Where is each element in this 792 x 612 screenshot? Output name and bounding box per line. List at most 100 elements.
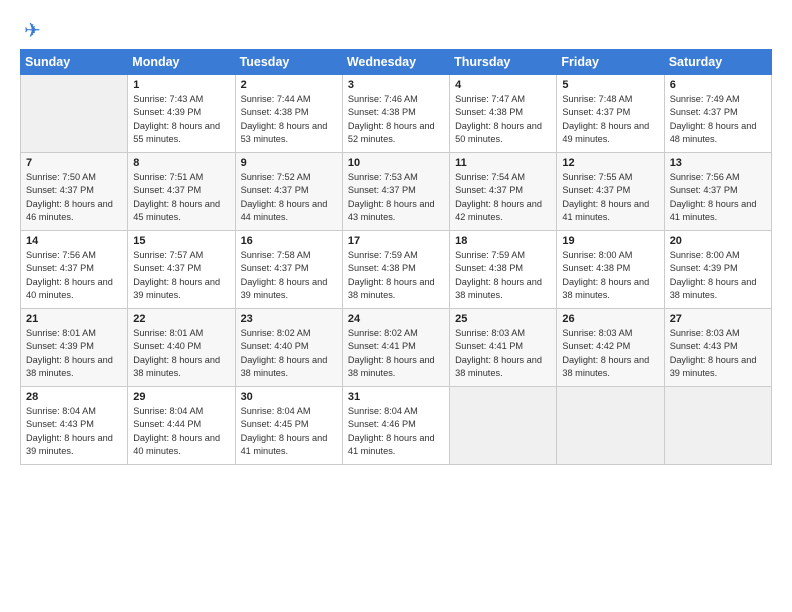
weekday-header: Tuesday bbox=[235, 50, 342, 75]
day-info: Sunrise: 8:04 AM Sunset: 4:44 PM Dayligh… bbox=[133, 405, 229, 458]
calendar-cell: 15 Sunrise: 7:57 AM Sunset: 4:37 PM Dayl… bbox=[128, 231, 235, 309]
day-info: Sunrise: 8:04 AM Sunset: 4:43 PM Dayligh… bbox=[26, 405, 122, 458]
calendar-cell: 21 Sunrise: 8:01 AM Sunset: 4:39 PM Dayl… bbox=[21, 309, 128, 387]
calendar-cell: 13 Sunrise: 7:56 AM Sunset: 4:37 PM Dayl… bbox=[664, 153, 771, 231]
day-info: Sunrise: 7:51 AM Sunset: 4:37 PM Dayligh… bbox=[133, 171, 229, 224]
header: ✈ bbox=[20, 18, 772, 39]
day-number: 15 bbox=[133, 235, 229, 247]
day-number: 18 bbox=[455, 235, 551, 247]
page: ✈ SundayMondayTuesdayWednesdayThursdayFr… bbox=[0, 0, 792, 612]
calendar-cell: 9 Sunrise: 7:52 AM Sunset: 4:37 PM Dayli… bbox=[235, 153, 342, 231]
calendar-cell: 25 Sunrise: 8:03 AM Sunset: 4:41 PM Dayl… bbox=[450, 309, 557, 387]
day-number: 14 bbox=[26, 235, 122, 247]
day-info: Sunrise: 7:57 AM Sunset: 4:37 PM Dayligh… bbox=[133, 249, 229, 302]
calendar-cell bbox=[557, 387, 664, 465]
day-info: Sunrise: 8:04 AM Sunset: 4:45 PM Dayligh… bbox=[241, 405, 337, 458]
day-info: Sunrise: 7:48 AM Sunset: 4:37 PM Dayligh… bbox=[562, 93, 658, 146]
day-info: Sunrise: 8:00 AM Sunset: 4:39 PM Dayligh… bbox=[670, 249, 766, 302]
calendar-cell: 27 Sunrise: 8:03 AM Sunset: 4:43 PM Dayl… bbox=[664, 309, 771, 387]
day-info: Sunrise: 8:03 AM Sunset: 4:42 PM Dayligh… bbox=[562, 327, 658, 380]
weekday-header: Thursday bbox=[450, 50, 557, 75]
day-number: 3 bbox=[348, 79, 444, 91]
day-number: 7 bbox=[26, 157, 122, 169]
day-info: Sunrise: 7:56 AM Sunset: 4:37 PM Dayligh… bbox=[26, 249, 122, 302]
calendar-cell bbox=[450, 387, 557, 465]
day-info: Sunrise: 7:59 AM Sunset: 4:38 PM Dayligh… bbox=[455, 249, 551, 302]
calendar-cell: 26 Sunrise: 8:03 AM Sunset: 4:42 PM Dayl… bbox=[557, 309, 664, 387]
day-number: 29 bbox=[133, 391, 229, 403]
day-number: 4 bbox=[455, 79, 551, 91]
calendar-cell: 31 Sunrise: 8:04 AM Sunset: 4:46 PM Dayl… bbox=[342, 387, 449, 465]
day-info: Sunrise: 8:03 AM Sunset: 4:41 PM Dayligh… bbox=[455, 327, 551, 380]
calendar-cell: 28 Sunrise: 8:04 AM Sunset: 4:43 PM Dayl… bbox=[21, 387, 128, 465]
day-info: Sunrise: 7:54 AM Sunset: 4:37 PM Dayligh… bbox=[455, 171, 551, 224]
day-info: Sunrise: 7:52 AM Sunset: 4:37 PM Dayligh… bbox=[241, 171, 337, 224]
calendar-cell: 2 Sunrise: 7:44 AM Sunset: 4:38 PM Dayli… bbox=[235, 75, 342, 153]
calendar-cell: 7 Sunrise: 7:50 AM Sunset: 4:37 PM Dayli… bbox=[21, 153, 128, 231]
day-info: Sunrise: 7:44 AM Sunset: 4:38 PM Dayligh… bbox=[241, 93, 337, 146]
calendar-cell: 5 Sunrise: 7:48 AM Sunset: 4:37 PM Dayli… bbox=[557, 75, 664, 153]
day-number: 16 bbox=[241, 235, 337, 247]
calendar-cell: 12 Sunrise: 7:55 AM Sunset: 4:37 PM Dayl… bbox=[557, 153, 664, 231]
day-number: 19 bbox=[562, 235, 658, 247]
day-number: 9 bbox=[241, 157, 337, 169]
day-info: Sunrise: 7:49 AM Sunset: 4:37 PM Dayligh… bbox=[670, 93, 766, 146]
day-info: Sunrise: 8:02 AM Sunset: 4:40 PM Dayligh… bbox=[241, 327, 337, 380]
day-info: Sunrise: 7:46 AM Sunset: 4:38 PM Dayligh… bbox=[348, 93, 444, 146]
day-number: 1 bbox=[133, 79, 229, 91]
day-info: Sunrise: 7:59 AM Sunset: 4:38 PM Dayligh… bbox=[348, 249, 444, 302]
day-number: 22 bbox=[133, 313, 229, 325]
day-number: 30 bbox=[241, 391, 337, 403]
calendar-cell: 24 Sunrise: 8:02 AM Sunset: 4:41 PM Dayl… bbox=[342, 309, 449, 387]
calendar-cell: 1 Sunrise: 7:43 AM Sunset: 4:39 PM Dayli… bbox=[128, 75, 235, 153]
day-number: 17 bbox=[348, 235, 444, 247]
weekday-header: Monday bbox=[128, 50, 235, 75]
day-info: Sunrise: 7:50 AM Sunset: 4:37 PM Dayligh… bbox=[26, 171, 122, 224]
day-number: 20 bbox=[670, 235, 766, 247]
calendar-cell: 30 Sunrise: 8:04 AM Sunset: 4:45 PM Dayl… bbox=[235, 387, 342, 465]
calendar-cell: 3 Sunrise: 7:46 AM Sunset: 4:38 PM Dayli… bbox=[342, 75, 449, 153]
calendar-cell: 8 Sunrise: 7:51 AM Sunset: 4:37 PM Dayli… bbox=[128, 153, 235, 231]
day-number: 6 bbox=[670, 79, 766, 91]
logo-icon: ✈ bbox=[24, 18, 41, 43]
calendar-cell: 4 Sunrise: 7:47 AM Sunset: 4:38 PM Dayli… bbox=[450, 75, 557, 153]
day-info: Sunrise: 8:01 AM Sunset: 4:39 PM Dayligh… bbox=[26, 327, 122, 380]
day-info: Sunrise: 8:00 AM Sunset: 4:38 PM Dayligh… bbox=[562, 249, 658, 302]
day-info: Sunrise: 7:53 AM Sunset: 4:37 PM Dayligh… bbox=[348, 171, 444, 224]
day-info: Sunrise: 8:01 AM Sunset: 4:40 PM Dayligh… bbox=[133, 327, 229, 380]
day-number: 13 bbox=[670, 157, 766, 169]
day-number: 23 bbox=[241, 313, 337, 325]
calendar-cell: 23 Sunrise: 8:02 AM Sunset: 4:40 PM Dayl… bbox=[235, 309, 342, 387]
day-info: Sunrise: 7:55 AM Sunset: 4:37 PM Dayligh… bbox=[562, 171, 658, 224]
day-number: 12 bbox=[562, 157, 658, 169]
calendar-cell: 16 Sunrise: 7:58 AM Sunset: 4:37 PM Dayl… bbox=[235, 231, 342, 309]
calendar-cell: 10 Sunrise: 7:53 AM Sunset: 4:37 PM Dayl… bbox=[342, 153, 449, 231]
calendar-cell: 18 Sunrise: 7:59 AM Sunset: 4:38 PM Dayl… bbox=[450, 231, 557, 309]
day-info: Sunrise: 7:47 AM Sunset: 4:38 PM Dayligh… bbox=[455, 93, 551, 146]
day-number: 21 bbox=[26, 313, 122, 325]
day-number: 2 bbox=[241, 79, 337, 91]
day-info: Sunrise: 7:58 AM Sunset: 4:37 PM Dayligh… bbox=[241, 249, 337, 302]
day-info: Sunrise: 8:04 AM Sunset: 4:46 PM Dayligh… bbox=[348, 405, 444, 458]
day-number: 28 bbox=[26, 391, 122, 403]
day-number: 8 bbox=[133, 157, 229, 169]
day-number: 27 bbox=[670, 313, 766, 325]
calendar-cell bbox=[664, 387, 771, 465]
weekday-header: Wednesday bbox=[342, 50, 449, 75]
day-number: 11 bbox=[455, 157, 551, 169]
calendar-cell: 19 Sunrise: 8:00 AM Sunset: 4:38 PM Dayl… bbox=[557, 231, 664, 309]
calendar-cell: 22 Sunrise: 8:01 AM Sunset: 4:40 PM Dayl… bbox=[128, 309, 235, 387]
calendar-cell bbox=[21, 75, 128, 153]
day-number: 24 bbox=[348, 313, 444, 325]
weekday-header: Sunday bbox=[21, 50, 128, 75]
day-info: Sunrise: 7:43 AM Sunset: 4:39 PM Dayligh… bbox=[133, 93, 229, 146]
logo: ✈ bbox=[20, 18, 41, 39]
calendar-table: SundayMondayTuesdayWednesdayThursdayFrid… bbox=[20, 49, 772, 465]
day-info: Sunrise: 7:56 AM Sunset: 4:37 PM Dayligh… bbox=[670, 171, 766, 224]
calendar-cell: 6 Sunrise: 7:49 AM Sunset: 4:37 PM Dayli… bbox=[664, 75, 771, 153]
calendar-cell: 14 Sunrise: 7:56 AM Sunset: 4:37 PM Dayl… bbox=[21, 231, 128, 309]
calendar-cell: 11 Sunrise: 7:54 AM Sunset: 4:37 PM Dayl… bbox=[450, 153, 557, 231]
day-number: 5 bbox=[562, 79, 658, 91]
day-info: Sunrise: 8:03 AM Sunset: 4:43 PM Dayligh… bbox=[670, 327, 766, 380]
calendar-cell: 20 Sunrise: 8:00 AM Sunset: 4:39 PM Dayl… bbox=[664, 231, 771, 309]
